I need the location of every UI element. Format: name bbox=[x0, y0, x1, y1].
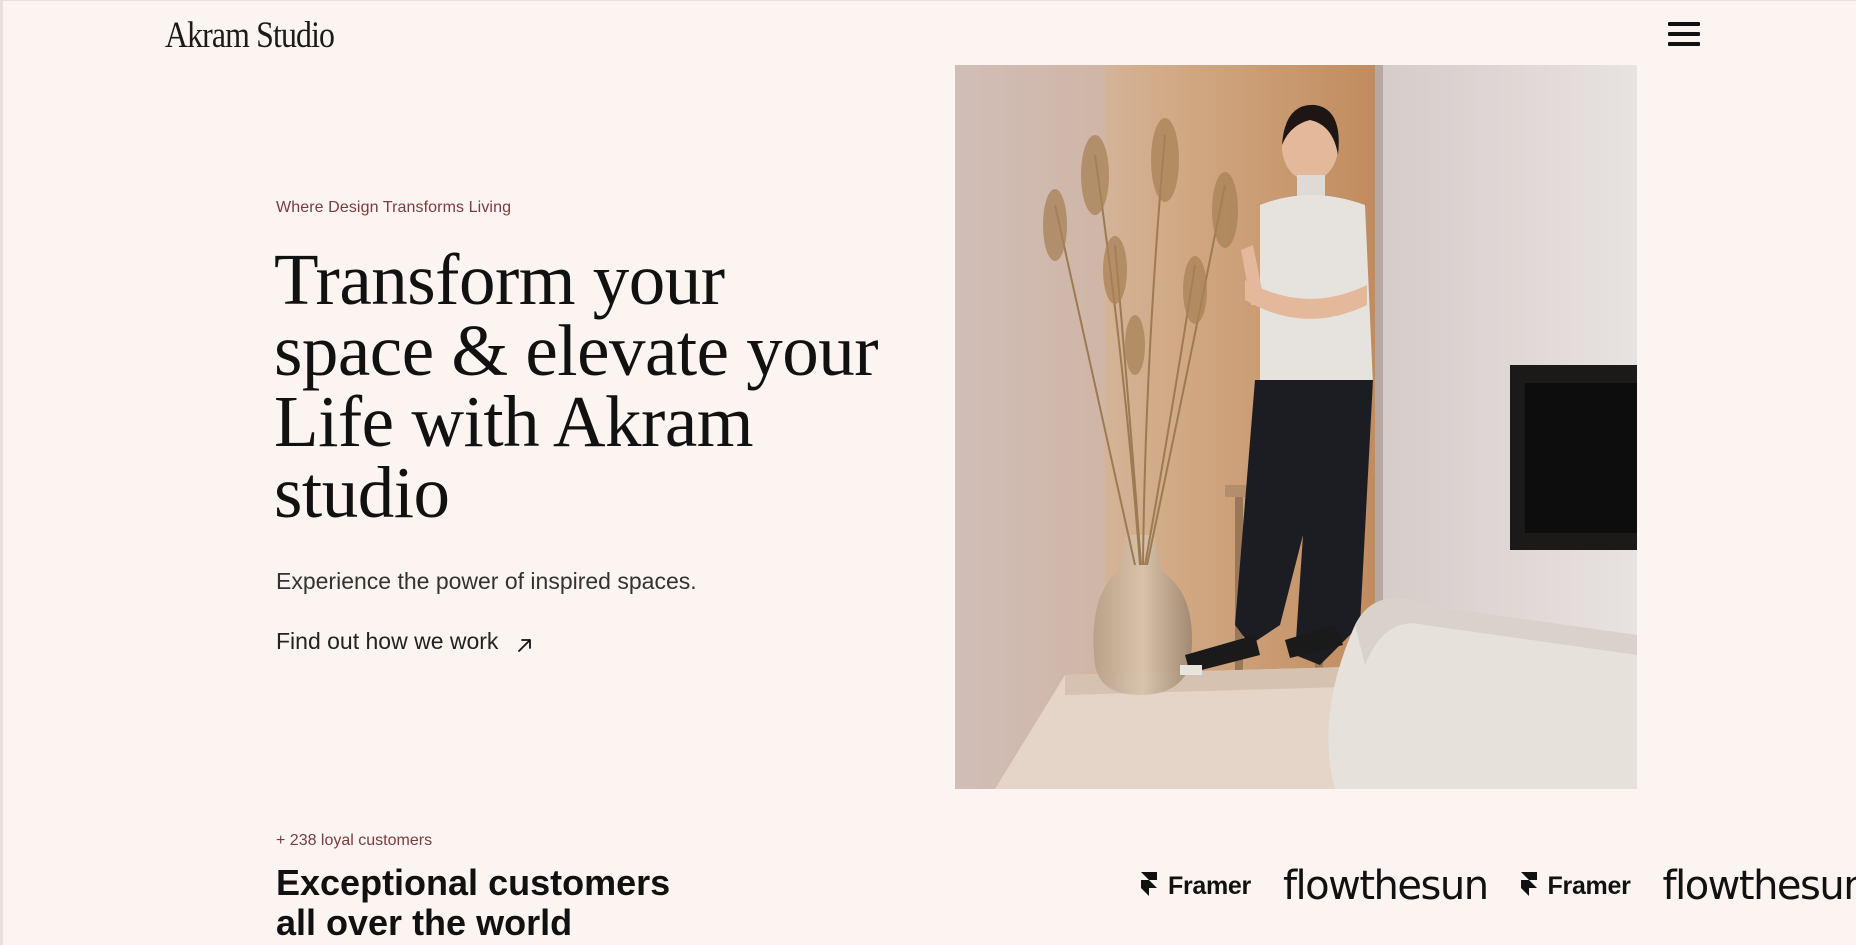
flowthesun-logo: flowthesun bbox=[1662, 863, 1856, 909]
hamburger-menu-icon[interactable] bbox=[1668, 22, 1700, 46]
framer-icon bbox=[1520, 872, 1537, 896]
framer-wordmark: Framer bbox=[1547, 871, 1631, 900]
customers-title: Exceptional customers all over the world bbox=[276, 863, 696, 943]
hero-title: Transform your space & elevate your Life… bbox=[274, 243, 954, 529]
hero-subtitle: Experience the power of inspired spaces. bbox=[276, 568, 697, 594]
customer-logos: Framer flowthesun Framer flowthesun bbox=[1140, 862, 1856, 910]
hero-photo-illustration bbox=[955, 65, 1637, 789]
customers-title-line: all over the world bbox=[276, 902, 573, 943]
hero-title-line: Transform your bbox=[274, 239, 725, 320]
hero-eyebrow: Where Design Transforms Living bbox=[276, 199, 512, 216]
customers-title-line: Exceptional customers bbox=[276, 862, 671, 903]
hero-title-line: Life with Akram bbox=[274, 381, 754, 462]
framer-logo: Framer bbox=[1140, 871, 1251, 901]
find-out-how-we-work-link[interactable]: Find out how we work bbox=[276, 628, 534, 655]
site-logo[interactable]: Akram Studio bbox=[165, 14, 335, 57]
framer-wordmark: Framer bbox=[1168, 871, 1251, 900]
arrow-up-right-icon bbox=[518, 638, 532, 652]
flowthesun-logo: flowthesun bbox=[1282, 863, 1489, 909]
menu-bar bbox=[1668, 22, 1700, 26]
hero-title-line: space & elevate your bbox=[274, 310, 879, 391]
customers-count: + 238 loyal customers bbox=[276, 832, 433, 849]
framer-logo: Framer bbox=[1520, 871, 1631, 901]
menu-bar bbox=[1668, 32, 1700, 36]
framer-icon bbox=[1141, 872, 1157, 896]
menu-bar bbox=[1668, 42, 1700, 46]
cta-label: Find out how we work bbox=[276, 628, 499, 654]
hero-photo bbox=[955, 65, 1637, 789]
hero-title-line: studio bbox=[274, 452, 450, 533]
